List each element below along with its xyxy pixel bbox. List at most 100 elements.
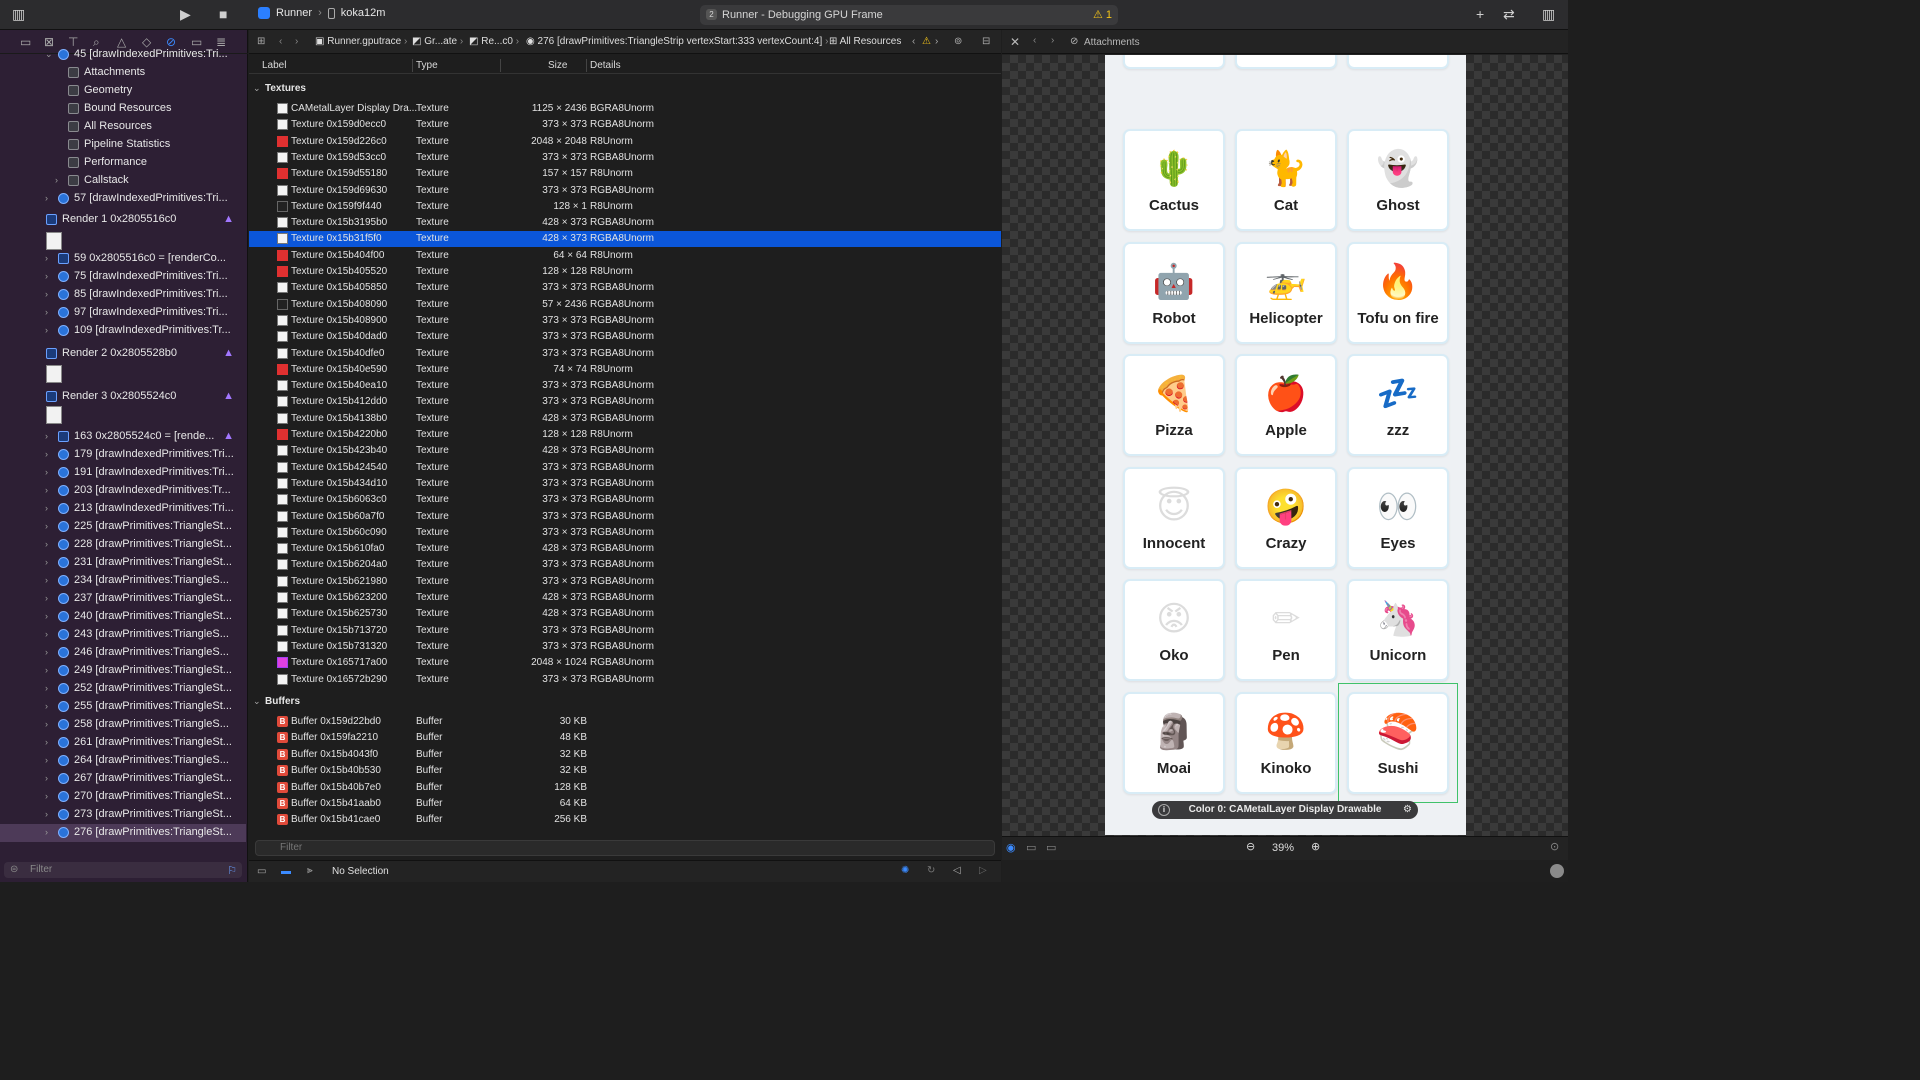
tree-row[interactable]: › 237 [drawPrimitives:TriangleSt... [0,590,246,608]
tree-row[interactable]: Geometry [0,82,246,100]
disclosure-closed-icon[interactable]: › [45,683,48,693]
render-thumbnail[interactable] [46,406,62,424]
tree-row[interactable]: › 252 [drawPrimitives:TriangleSt... [0,680,246,698]
tree-row[interactable]: › 213 [drawIndexedPrimitives:Tri... [0,500,246,518]
texture-row[interactable]: Texture 0x15b405850 Texture 373 × 373 RGBA8… [249,280,1001,296]
disclosure-open-icon[interactable]: ⌄ [253,696,261,707]
disclosure-closed-icon[interactable]: › [45,557,48,567]
texture-row[interactable]: Texture 0x15b4138b0 Texture 428 × 373 RGBA8… [249,411,1001,427]
window-icon[interactable]: ▭ [1046,841,1056,854]
disclosure-closed-icon[interactable]: › [45,809,48,819]
tree-row[interactable]: Bound Resources [0,100,246,118]
disclosure-closed-icon[interactable]: › [45,307,48,317]
tree-row[interactable]: › 264 [drawPrimitives:TriangleS... [0,752,246,770]
target-icon[interactable]: ⊙ [1550,840,1559,853]
tree-row[interactable]: › 163 0x2805524c0 = [rende... ▲ [0,428,246,446]
texture-row[interactable]: Texture 0x15b424540 Texture 373 × 373 RGBA8… [249,460,1001,476]
tree-row[interactable]: › 57 [drawIndexedPrimitives:Tri... [0,190,246,208]
tree-row[interactable]: › 267 [drawPrimitives:TriangleSt... [0,770,246,788]
console-toggle-icon[interactable]: ▭ [257,866,266,877]
disclosure-open-icon[interactable]: ⌄ [253,83,261,94]
grid-icon[interactable]: ⊞ [257,36,265,47]
issue-icon[interactable]: ▲ [223,390,234,402]
breadcrumb-4[interactable]: ⊞ All Resources [829,36,901,47]
disclosure-closed-icon[interactable]: › [45,593,48,603]
back-icon[interactable]: ‹ [279,36,282,47]
breadcrumb-2[interactable]: ◩ Re...c0 › [469,36,519,47]
column-label[interactable]: Label [262,60,286,71]
tree-row[interactable]: ⌄ 45 [drawIndexedPrimitives:Tri... [0,46,246,64]
texture-row[interactable]: Texture 0x15b434d10 Texture 373 × 373 RGBA8… [249,476,1001,492]
tree-row[interactable]: › 97 [drawIndexedPrimitives:Tri... [0,304,246,322]
tree-row[interactable]: › 240 [drawPrimitives:TriangleSt... [0,608,246,626]
gpu-debug-icon[interactable]: ✺ [901,865,909,876]
sidebar-filter-input[interactable]: Filter [4,862,242,878]
buffer-row[interactable]: B Buffer 0x159d22bd0 Buffer 30 KB [249,714,1001,730]
tree-row[interactable]: › 270 [drawPrimitives:TriangleSt... [0,788,246,806]
settings-icon[interactable]: ⚙ [1403,801,1412,819]
disclosure-closed-icon[interactable]: › [45,539,48,549]
texture-row[interactable]: Texture 0x15b6063c0 Texture 373 × 373 RGBA8… [249,492,1001,508]
buffer-row[interactable]: B Buffer 0x15b4043f0 Buffer 32 KB [249,747,1001,763]
tree-row[interactable]: › 225 [drawPrimitives:TriangleSt... [0,518,246,536]
tree-row[interactable]: › 179 [drawIndexedPrimitives:Tri... [0,446,246,464]
texture-row[interactable]: Texture 0x15b412dd0 Texture 373 × 373 RGBA8… [249,394,1001,410]
tree-row[interactable]: Render 3 0x2805524c0 ▲ [0,388,246,406]
inspector-toggle-icon[interactable]: ▥ [1542,6,1555,23]
tree-row[interactable]: › 228 [drawPrimitives:TriangleSt... [0,536,246,554]
disclosure-closed-icon[interactable]: › [45,271,48,281]
resource-group[interactable]: ⌄ Buffers [249,693,1001,711]
forward-icon[interactable]: › [1051,35,1054,46]
disclosure-closed-icon[interactable]: › [45,449,48,459]
disclosure-closed-icon[interactable]: › [45,611,48,621]
tree-row[interactable]: Attachments [0,64,246,82]
disclosure-closed-icon[interactable]: › [45,827,48,837]
texture-row[interactable]: Texture 0x15b404f00 Texture 64 × 64 R8Unorm [249,248,1001,264]
texture-row[interactable]: Texture 0x15b408090 Texture 57 × 2436 RGBA8… [249,297,1001,313]
issue-icon[interactable]: ▲ [223,430,234,442]
tree-row[interactable]: › 191 [drawIndexedPrimitives:Tri... [0,464,246,482]
tree-row[interactable]: › 261 [drawPrimitives:TriangleSt... [0,734,246,752]
disclosure-closed-icon[interactable]: › [45,701,48,711]
breakpoints-icon[interactable]: ▬ [281,866,291,877]
prev-issue-icon[interactable]: ‹ [912,36,915,47]
breadcrumb-1[interactable]: ◩ Gr...ate › [412,36,463,47]
tree-row[interactable]: Render 2 0x2805528b0 ▲ [0,345,246,363]
tree-row[interactable]: All Resources [0,118,246,136]
tree-row[interactable]: › 85 [drawIndexedPrimitives:Tri... [0,286,246,304]
warning-icon[interactable]: ⚠ [922,36,931,47]
scheme-selector[interactable]: Runner › koka12m [258,7,385,19]
texture-row[interactable]: Texture 0x15b623200 Texture 428 × 373 RGBA8… [249,590,1001,606]
horizontal-scroller[interactable] [1002,860,1568,882]
texture-row[interactable]: Texture 0x159d55180 Texture 157 × 157 R8Uno… [249,166,1001,182]
texture-row[interactable]: Texture 0x159d0ecc0 Texture 373 × 373 RGBA8… [249,117,1001,133]
add-icon[interactable]: + [1476,6,1484,22]
texture-row[interactable]: Texture 0x165717a00 Texture 2048 × 1024 RGB… [249,655,1001,671]
buffer-row[interactable]: B Buffer 0x15b41aab0 Buffer 64 KB [249,796,1001,812]
tree-row[interactable]: › Callstack [0,172,246,190]
texture-row[interactable]: Texture 0x15b405520 Texture 128 × 128 R8Uno… [249,264,1001,280]
step-icon[interactable]: ⫸ [307,865,313,876]
tree-row[interactable]: › 273 [drawPrimitives:TriangleSt... [0,806,246,824]
warning-badge[interactable]: ⚠ 1 [1093,8,1112,21]
texture-row[interactable]: Texture 0x15b4220b0 Texture 128 × 128 R8Uno… [249,427,1001,443]
zoom-out-icon[interactable]: ⊖ [1246,840,1255,853]
forward-icon[interactable]: › [295,36,298,47]
texture-row[interactable]: Texture 0x159f9f440 Texture 128 × 1 R8Unorm [249,199,1001,215]
disclosure-closed-icon[interactable]: › [45,629,48,639]
texture-row[interactable]: Texture 0x15b625730 Texture 428 × 373 RGBA8… [249,606,1001,622]
texture-row[interactable]: Texture 0x15b3195b0 Texture 428 × 373 RGBA8… [249,215,1001,231]
tree-row[interactable]: Pipeline Statistics [0,136,246,154]
tree-row[interactable]: › 243 [drawPrimitives:TriangleS... [0,626,246,644]
tree-row[interactable]: › 276 [drawPrimitives:TriangleSt... [0,824,246,842]
zoom-in-icon[interactable]: ⊕ [1311,840,1320,853]
tree-row[interactable]: › 75 [drawIndexedPrimitives:Tri... [0,268,246,286]
disclosure-closed-icon[interactable]: › [45,289,48,299]
breadcrumb-0[interactable]: ▣ Runner.gputrace › [315,36,407,47]
tree-row[interactable]: › 203 [drawIndexedPrimitives:Tr... [0,482,246,500]
issue-icon[interactable]: ▲ [223,213,234,225]
column-details[interactable]: Details [590,60,621,71]
texture-row[interactable]: Texture 0x15b60c090 Texture 373 × 373 RGBA8… [249,525,1001,541]
disclosure-closed-icon[interactable]: › [45,575,48,585]
texture-row[interactable]: Texture 0x15b423b40 Texture 428 × 373 RGBA8… [249,443,1001,459]
